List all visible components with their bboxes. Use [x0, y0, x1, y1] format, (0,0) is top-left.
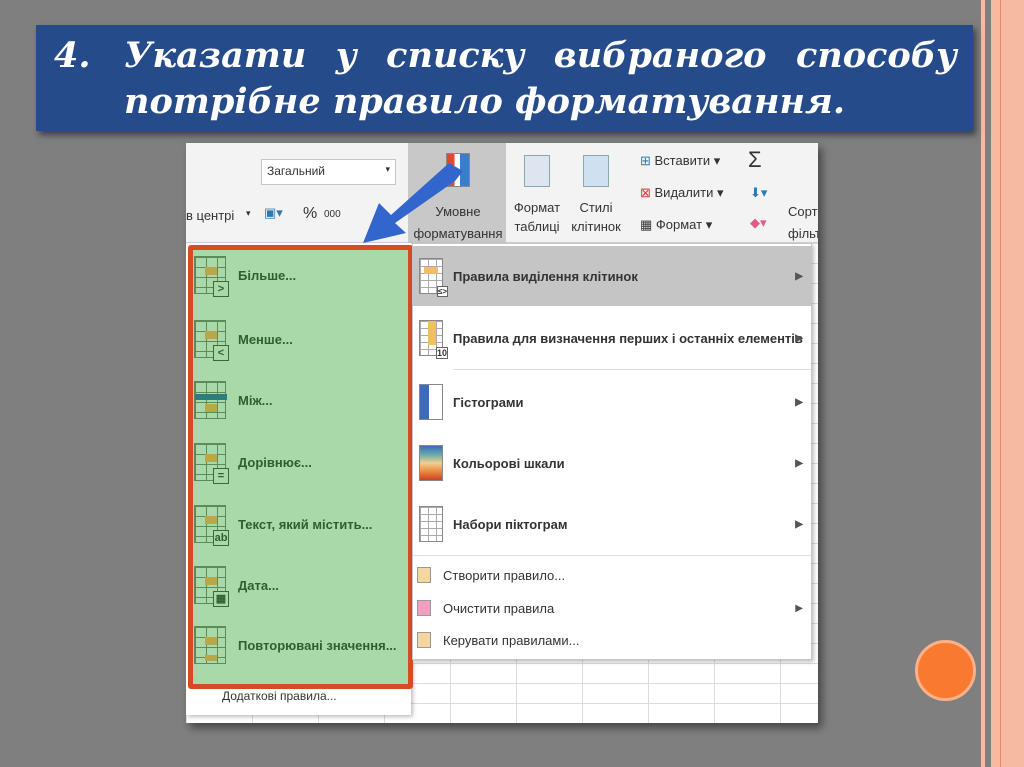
calendar-icon: ▦ [194, 566, 229, 607]
title-word: списку [386, 35, 525, 76]
conditional-formatting-menu: ≤> Правила виділення клітинок ▶ 10 Правила … [412, 243, 812, 660]
title-word: Указати [124, 35, 307, 76]
sort-filter-button[interactable]: Сорт фільт [788, 201, 818, 245]
highlight-rules-submenu: > Більше... < Менше... Між... = Дорівнює...… [186, 243, 413, 715]
menu-item-text-contains[interactable]: ab Текст, який містить... [194, 499, 372, 549]
cell-styles-button[interactable]: Стилі клітинок [566, 155, 626, 234]
format-icon: ▦ [640, 217, 656, 232]
dropdown-arrow-icon: ▾ [246, 208, 251, 218]
step-number: 4. [54, 35, 91, 76]
clear-icon[interactable]: ◆▾ [750, 215, 767, 231]
slide-title: 4. Указати у списку вибраного способу по… [36, 25, 973, 131]
menu-item-icon-sets[interactable]: Набори піктограм ▶ [413, 494, 811, 554]
insert-button[interactable]: ⊞ Вставити ▾ [640, 153, 720, 169]
merge-center-button[interactable]: в центрі [186, 208, 234, 223]
submenu-arrow-icon: ▶ [795, 332, 803, 344]
menu-separator [453, 369, 811, 370]
new-rule-icon [417, 567, 431, 583]
autosum-button[interactable]: Σ [748, 147, 762, 173]
menu-item-greater[interactable]: > Більше... [194, 250, 296, 300]
equal-icon: = [194, 443, 229, 484]
duplicate-values-icon [194, 626, 226, 664]
submenu-arrow-icon: ▶ [795, 457, 803, 469]
excel-screenshot: в центрі ▾ Загальний ▾ ▣▾ % 000 Умовне фор… [186, 143, 818, 723]
less-than-icon: < [194, 320, 229, 361]
menu-item-clear-rules[interactable]: Очистити правила ▶ [413, 593, 811, 623]
fill-icon[interactable]: ⬇▾ [750, 185, 767, 201]
decor-line [1000, 0, 1001, 767]
menu-item-equal[interactable]: = Дорівнює... [194, 437, 312, 487]
table-icon [524, 155, 550, 187]
title-word: вибраного [553, 35, 767, 76]
more-rules-item[interactable]: Додаткові правила... [222, 689, 337, 703]
submenu-arrow-icon: ▶ [795, 518, 803, 530]
format-as-table-button[interactable]: Формат таблиці [512, 155, 562, 234]
menu-item-highlight-cells-rules[interactable]: ≤> Правила виділення клітинок ▶ [413, 246, 811, 306]
menu-item-new-rule[interactable]: Створити правило... [413, 560, 811, 590]
delete-icon: ⊠ [640, 185, 655, 200]
menu-item-color-scales[interactable]: Кольорові шкали ▶ [413, 433, 811, 493]
menu-item-between[interactable]: Між... [194, 375, 273, 425]
delete-button[interactable]: ⊠ Видалити ▾ [640, 185, 723, 201]
insert-icon: ⊞ [640, 153, 655, 168]
menu-item-less[interactable]: < Менше... [194, 314, 293, 364]
submenu-arrow-icon: ▶ [795, 396, 803, 408]
thousands-button[interactable]: 000 [324, 209, 341, 220]
menu-item-top-bottom-rules[interactable]: 10 Правила для визначення перших і останн… [413, 308, 811, 368]
between-icon [194, 381, 227, 419]
greater-than-icon: > [194, 256, 229, 297]
title-word: способу [795, 35, 957, 76]
submenu-arrow-icon: ▶ [795, 270, 803, 282]
menu-item-data-bars[interactable]: Гістограми ▶ [413, 372, 811, 432]
eraser-icon [417, 600, 431, 616]
submenu-arrow-icon: ▶ [795, 602, 803, 614]
decor-stripe [981, 0, 985, 767]
currency-icon[interactable]: ▣▾ [264, 205, 283, 221]
menu-item-manage-rules[interactable]: Керувати правилами... [413, 625, 811, 655]
decor-circle [915, 640, 976, 701]
highlight-cells-icon: ≤> [419, 258, 448, 297]
title-line-2: потрібне правило форматування. [124, 81, 846, 122]
icon-sets-icon [419, 506, 443, 542]
title-word: у [335, 35, 357, 76]
pointer-arrow-icon [363, 163, 463, 243]
format-button[interactable]: ▦ Формат ▾ [640, 217, 712, 233]
percent-button[interactable]: % [303, 205, 317, 223]
ribbon: в центрі ▾ Загальний ▾ ▣▾ % 000 Умовне фор… [186, 143, 818, 243]
manage-rules-icon [417, 632, 431, 648]
styles-icon [583, 155, 609, 187]
decor-stripe [991, 0, 1024, 767]
menu-item-duplicates[interactable]: Повторювані значення... [194, 620, 397, 670]
text-contains-icon: ab [194, 505, 229, 546]
menu-item-date[interactable]: ▦ Дата... [194, 560, 279, 610]
menu-separator [413, 555, 811, 556]
top-bottom-icon: 10 [419, 320, 448, 359]
color-scales-icon [419, 445, 443, 481]
data-bars-icon [419, 384, 443, 420]
